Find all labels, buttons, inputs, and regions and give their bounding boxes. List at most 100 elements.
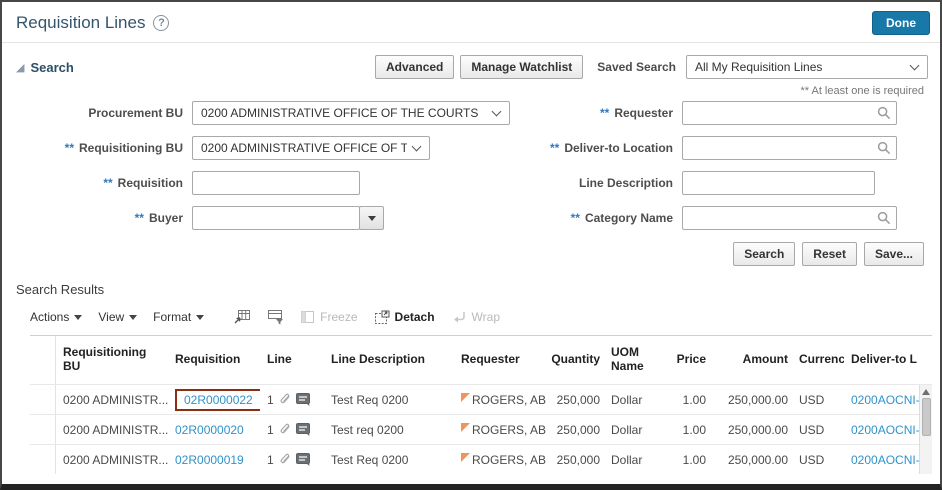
vertical-scrollbar[interactable] bbox=[919, 385, 932, 474]
table-row[interactable]: 0200 ADMINISTR... 02R0000019 1 Test Req … bbox=[30, 444, 932, 474]
required-marker: ** bbox=[65, 141, 74, 155]
deliver-to-location-link[interactable]: 0200AOCNI-F bbox=[851, 423, 927, 437]
search-icon[interactable] bbox=[877, 211, 891, 225]
freeze-icon bbox=[300, 310, 315, 324]
column-header-line[interactable]: Line bbox=[260, 336, 324, 384]
done-button[interactable]: Done bbox=[872, 11, 930, 35]
detach-label: Detach bbox=[395, 310, 435, 324]
requisition-cell: 02R0000020 bbox=[168, 415, 260, 444]
detach-button[interactable]: Detach bbox=[374, 310, 435, 325]
currency-cell: USD bbox=[792, 385, 844, 414]
reset-button[interactable]: Reset bbox=[802, 242, 857, 266]
column-header-quantity[interactable]: Quantity bbox=[546, 336, 604, 384]
actions-menu[interactable]: Actions bbox=[30, 310, 82, 324]
deliver-to-location-input[interactable] bbox=[682, 136, 897, 160]
quantity-cell: 250,000 bbox=[546, 415, 604, 444]
table-header-row: Requisitioning BU Requisition Line Line … bbox=[30, 336, 932, 384]
wrap-button[interactable]: Wrap bbox=[451, 310, 500, 324]
label-text: Requester bbox=[614, 106, 673, 120]
required-marker: ** bbox=[103, 176, 112, 190]
view-menu[interactable]: View bbox=[98, 310, 137, 324]
requester-flag-icon bbox=[461, 423, 470, 432]
column-header-requisition[interactable]: Requisition bbox=[168, 336, 260, 384]
requisition-lines-page: Requisition Lines ? Done ◢ Search Advanc… bbox=[0, 0, 942, 490]
procurement-bu-value: 0200 ADMINISTRATIVE OFFICE OF THE COURTS bbox=[201, 106, 487, 120]
search-button[interactable]: Search bbox=[733, 242, 795, 266]
help-icon[interactable]: ? bbox=[153, 15, 169, 31]
buyer-input[interactable] bbox=[192, 206, 360, 230]
column-header-deliver-to-location[interactable]: Deliver-to L bbox=[844, 336, 932, 384]
category-name-input[interactable] bbox=[682, 206, 897, 230]
requisition-input[interactable] bbox=[192, 171, 360, 195]
row-selector[interactable] bbox=[30, 415, 56, 444]
deliver-to-location-link[interactable]: 0200AOCNI-F bbox=[851, 453, 927, 467]
saved-search-select[interactable]: All My Requisition Lines bbox=[686, 55, 928, 79]
buyer-dropdown-button[interactable] bbox=[359, 206, 384, 230]
required-marker: ** bbox=[135, 211, 144, 225]
column-header-currency[interactable]: Currency bbox=[792, 336, 844, 384]
query-by-example-icon[interactable] bbox=[267, 309, 284, 325]
label-text: Requisitioning BU bbox=[79, 141, 183, 155]
export-to-excel-icon[interactable] bbox=[234, 309, 251, 325]
collapse-triangle-icon[interactable]: ◢ bbox=[16, 61, 24, 74]
scrollbar-thumb[interactable] bbox=[922, 398, 931, 436]
scroll-up-arrow-icon[interactable] bbox=[922, 389, 930, 395]
column-header-line-description[interactable]: Line Description bbox=[324, 336, 454, 384]
table-row[interactable]: 0200 ADMINISTR... 02R0000022 1 Test Req … bbox=[30, 384, 932, 414]
attachment-icon[interactable] bbox=[278, 453, 292, 467]
select-all-header[interactable] bbox=[30, 336, 56, 384]
table-row[interactable]: 0200 ADMINISTR... 02R0000020 1 Test req … bbox=[30, 414, 932, 444]
format-menu[interactable]: Format bbox=[153, 310, 204, 324]
requester-input[interactable] bbox=[682, 101, 897, 125]
requisitioning-bu-value: 0200 ADMINISTRATIVE OFFICE OF THE COURTS bbox=[201, 141, 407, 155]
requester-flag-icon bbox=[461, 393, 470, 402]
row-selector[interactable] bbox=[30, 385, 56, 414]
dropdown-arrow-icon bbox=[368, 216, 376, 221]
manage-watchlist-button[interactable]: Manage Watchlist bbox=[460, 55, 583, 79]
price-cell: 1.00 bbox=[660, 415, 710, 444]
required-note: ** At least one is required bbox=[2, 79, 940, 99]
advanced-button[interactable]: Advanced bbox=[375, 55, 454, 79]
column-header-requisitioning-bu[interactable]: Requisitioning BU bbox=[56, 336, 168, 384]
chevron-down-icon bbox=[492, 107, 502, 117]
column-header-amount[interactable]: Amount bbox=[710, 336, 792, 384]
requisition-link[interactable]: 02R0000020 bbox=[175, 423, 244, 437]
requisition-link[interactable]: 02R0000019 bbox=[175, 453, 244, 467]
title-bar: Requisition Lines ? Done bbox=[2, 2, 940, 43]
line-description-input[interactable] bbox=[682, 171, 875, 195]
column-header-price[interactable]: Price bbox=[660, 336, 710, 384]
row-selector[interactable] bbox=[30, 445, 56, 474]
note-icon[interactable] bbox=[296, 453, 310, 466]
search-icon[interactable] bbox=[877, 106, 891, 120]
label-text: Procurement BU bbox=[88, 106, 183, 120]
label-text: Requisition bbox=[118, 176, 183, 190]
dropdown-arrow-icon bbox=[196, 315, 204, 320]
label-text: Line Description bbox=[579, 176, 673, 190]
note-icon[interactable] bbox=[296, 393, 310, 406]
amount-cell: 250,000.00 bbox=[710, 445, 792, 474]
quantity-cell: 250,000 bbox=[546, 445, 604, 474]
requisitioning-bu-cell: 0200 ADMINISTR... bbox=[56, 445, 168, 474]
uom-name-cell: Dollar bbox=[604, 415, 660, 444]
requester-name: ROGERS, ABRI... bbox=[472, 423, 546, 437]
requisition-cell: 02R0000022 bbox=[168, 385, 260, 414]
freeze-button[interactable]: Freeze bbox=[300, 310, 357, 324]
requisitioning-bu-select[interactable]: 0200 ADMINISTRATIVE OFFICE OF THE COURTS bbox=[192, 136, 430, 160]
deliver-to-location-link[interactable]: 0200AOCNI-F bbox=[851, 393, 927, 407]
procurement-bu-select[interactable]: 0200 ADMINISTRATIVE OFFICE OF THE COURTS bbox=[192, 101, 510, 125]
save-button[interactable]: Save... bbox=[864, 242, 924, 266]
label-text: Category Name bbox=[585, 211, 673, 225]
column-header-uom-name[interactable]: UOM Name bbox=[604, 336, 660, 384]
label-text: Buyer bbox=[149, 211, 183, 225]
line-description-label: Line Description bbox=[524, 171, 682, 195]
required-marker: ** bbox=[550, 141, 559, 155]
note-icon[interactable] bbox=[296, 423, 310, 436]
line-number: 1 bbox=[267, 423, 274, 437]
search-icon[interactable] bbox=[877, 141, 891, 155]
requisition-cell: 02R0000019 bbox=[168, 445, 260, 474]
attachment-icon[interactable] bbox=[278, 393, 292, 407]
requisition-link[interactable]: 02R0000022 bbox=[184, 393, 253, 407]
requisition-label: ** Requisition bbox=[14, 171, 192, 195]
attachment-icon[interactable] bbox=[278, 423, 292, 437]
column-header-requester[interactable]: Requester bbox=[454, 336, 546, 384]
